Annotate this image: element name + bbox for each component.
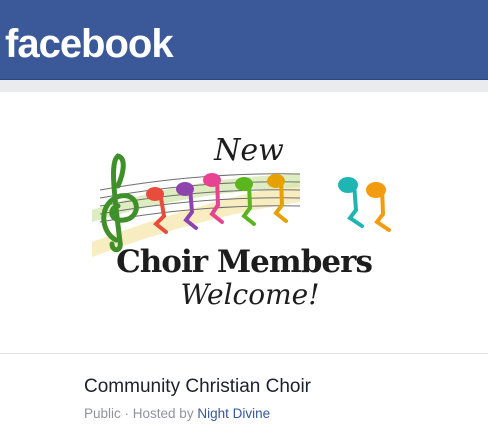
teal-note-icon [338, 177, 364, 228]
host-link[interactable]: Night Divine [197, 406, 270, 421]
meta-separator: · [120, 406, 133, 421]
hosted-by-label: Hosted by [132, 406, 198, 421]
cover-text-choir-members: Choir Members [116, 244, 372, 280]
orange-note-icon [366, 182, 391, 232]
cover-text-new: New [213, 133, 284, 168]
event-cover-image[interactable]: New Choir Members Welcome! [0, 92, 488, 354]
privacy-label: Public [84, 406, 121, 421]
event-info: Community Christian Choir Public · Hoste… [0, 355, 488, 429]
cover-text-welcome: Welcome! [181, 278, 320, 311]
cover-illustration: New Choir Members Welcome! [92, 133, 391, 311]
facebook-logo[interactable]: facebook [5, 21, 174, 67]
top-bar: facebook [0, 0, 488, 80]
event-title: Community Christian Choir [84, 376, 312, 397]
page-gap [0, 80, 488, 92]
event-meta: Public · Hosted by Night Divine [84, 406, 270, 421]
